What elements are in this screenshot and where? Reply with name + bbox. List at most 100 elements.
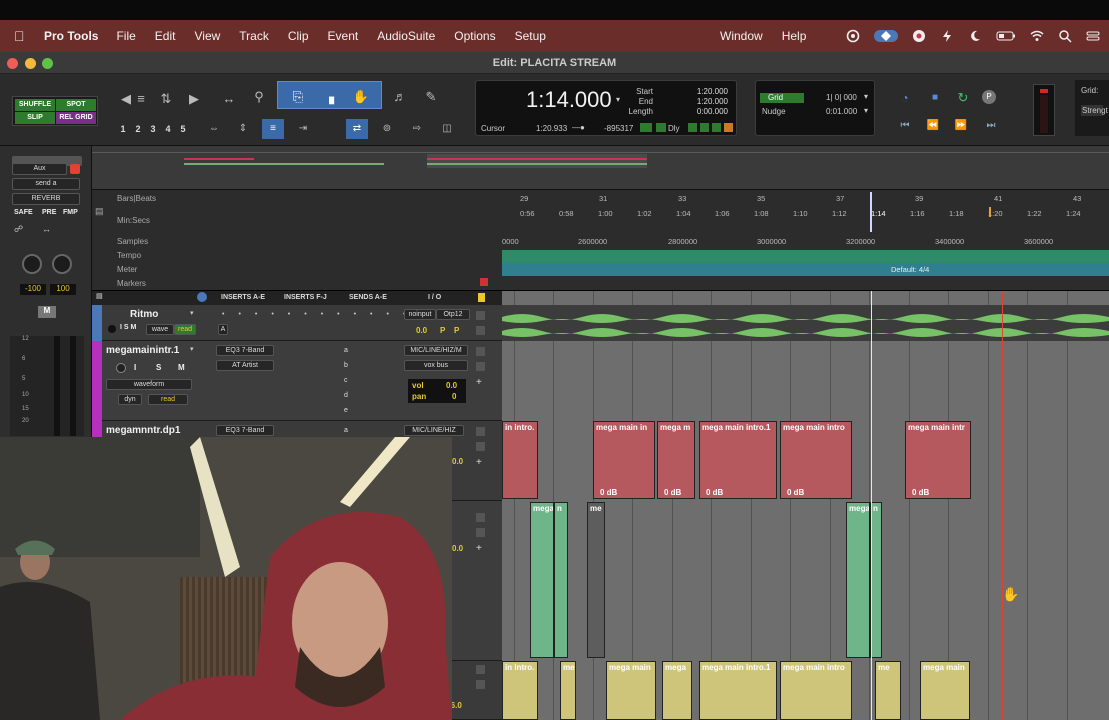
menu-view[interactable]: View bbox=[194, 29, 220, 43]
clip-gain[interactable]: 0 dB bbox=[600, 488, 617, 497]
track-comments-icon[interactable] bbox=[478, 293, 485, 302]
add-marker-icon[interactable] bbox=[480, 278, 488, 286]
grid-mode-button[interactable]: REL GRID bbox=[56, 112, 96, 124]
fast-forward-icon[interactable]: ⏩ bbox=[951, 118, 971, 134]
clip-green-2[interactable]: n bbox=[554, 502, 568, 658]
selector-tool-icon[interactable]: ▗ bbox=[318, 87, 340, 107]
insertion-follows-playback-icon[interactable]: ⇥ bbox=[292, 119, 314, 139]
go-to-end-icon[interactable]: ⏭ bbox=[981, 118, 1001, 134]
pencil-tool-icon[interactable]: ✎ bbox=[420, 87, 442, 107]
selection-start[interactable]: 1:20.000 bbox=[678, 87, 728, 96]
track-ritmo[interactable]: Ritmo ▾ I S M wave read A ••••••••••••••… bbox=[92, 305, 502, 341]
record-slot-label[interactable]: A bbox=[218, 324, 228, 335]
clip-gain[interactable]: 0 dB bbox=[912, 488, 929, 497]
dly-on3-icon[interactable] bbox=[712, 123, 721, 132]
track-input[interactable]: noinput bbox=[404, 309, 436, 320]
tempo-lane[interactable] bbox=[502, 250, 1109, 263]
edit-timeline[interactable]: in intro. mega main in 0 dB mega m 0 dB … bbox=[502, 291, 1109, 720]
link-timeline-icon[interactable]: ⇕ bbox=[232, 119, 254, 139]
insert-a[interactable]: EQ3 7-Band bbox=[216, 345, 274, 356]
track-name-dropdown-icon[interactable]: ▾ bbox=[190, 309, 194, 317]
waveform-zoom-icon[interactable]: ≡ bbox=[130, 89, 152, 109]
track-view-selector[interactable]: wave bbox=[146, 324, 174, 335]
magnifier-tool-icon[interactable]: ⚲ bbox=[248, 87, 270, 107]
safe-button[interactable]: SAFE bbox=[14, 209, 33, 216]
menu-options[interactable]: Options bbox=[454, 29, 495, 43]
track-pan-p2-icon[interactable]: P bbox=[454, 326, 459, 335]
insert-a[interactable]: EQ3 7-Band bbox=[216, 425, 274, 436]
spot-mode-button[interactable]: SPOT bbox=[56, 99, 96, 111]
clip-yellow-7[interactable]: me bbox=[875, 661, 901, 720]
control-center-icon[interactable] bbox=[1086, 29, 1100, 43]
grid-toggle-button[interactable]: Grid bbox=[760, 93, 804, 103]
zoom-preset-5[interactable]: 5 bbox=[177, 124, 189, 137]
track-view-icon[interactable]: ▤ bbox=[96, 292, 103, 300]
keyboard-focus-icon[interactable]: ⇨ bbox=[406, 119, 428, 139]
track-output-window-icon[interactable] bbox=[476, 528, 485, 537]
fmp-button[interactable]: FMP bbox=[63, 209, 78, 216]
shuffle-mode-button[interactable]: SHUFFLE bbox=[15, 99, 55, 111]
mute-button[interactable]: M bbox=[38, 306, 56, 318]
menu-edit[interactable]: Edit bbox=[155, 29, 176, 43]
overview-visible-range[interactable] bbox=[427, 154, 647, 168]
online-icon[interactable]: ◔ bbox=[895, 90, 915, 106]
grid-value[interactable]: 1| 0| 000 bbox=[826, 93, 857, 102]
track-output[interactable]: vox bus bbox=[404, 360, 468, 371]
creative-cloud-icon[interactable] bbox=[846, 29, 860, 43]
mute-button[interactable]: M bbox=[178, 363, 185, 372]
record-enable-icon[interactable] bbox=[70, 164, 80, 174]
clip-gain[interactable]: 0 dB bbox=[787, 488, 804, 497]
track-flags[interactable]: I S M bbox=[120, 324, 136, 331]
dly-toggle-icon[interactable] bbox=[640, 123, 652, 132]
grabber-tool-icon[interactable]: ✋ bbox=[350, 87, 372, 107]
send-e[interactable]: e bbox=[344, 407, 348, 414]
nudge-value[interactable]: 0:01.000 bbox=[826, 107, 857, 116]
send-d[interactable]: d bbox=[344, 392, 348, 399]
solo-button[interactable]: S bbox=[156, 363, 161, 372]
track-type-selector[interactable]: Aux bbox=[12, 163, 67, 175]
zoom-preset-4[interactable]: 4 bbox=[162, 124, 174, 137]
strength-label[interactable]: Strengt bbox=[1081, 105, 1108, 116]
zoom-in-vertical-icon[interactable]: ⇅ bbox=[155, 89, 177, 109]
ritmo-clip[interactable] bbox=[502, 305, 1109, 341]
mirror-midi-icon[interactable]: ⊚ bbox=[376, 119, 398, 139]
selection-end[interactable]: 1:20.000 bbox=[678, 97, 728, 106]
fader-track[interactable] bbox=[54, 336, 60, 436]
scrubber-tool-icon[interactable]: ♬ bbox=[389, 87, 411, 107]
input-monitor-icon[interactable]: I bbox=[134, 363, 136, 372]
send-b[interactable]: b bbox=[344, 362, 348, 369]
clip-yellow-2[interactable]: me bbox=[560, 661, 576, 720]
track-name[interactable]: megamainintr.1 bbox=[106, 345, 179, 356]
stop-button-icon[interactable]: ■ bbox=[925, 90, 945, 106]
track-output[interactable]: Otp12 bbox=[436, 309, 470, 320]
pan-left-knob[interactable] bbox=[22, 254, 42, 274]
clip-yellow-1[interactable]: in intro. bbox=[502, 661, 538, 720]
track-volume[interactable]: 0.0 bbox=[416, 326, 427, 335]
meter-lane[interactable]: Default: 4/4 bbox=[502, 263, 1109, 276]
send-selector[interactable]: send a bbox=[12, 178, 80, 190]
selection-length[interactable]: 0:00.000 bbox=[678, 107, 728, 116]
add-lane-icon[interactable]: + bbox=[476, 457, 482, 468]
midi-merge-icon[interactable] bbox=[724, 123, 733, 132]
track-comment-icon[interactable] bbox=[476, 513, 485, 522]
playhead-line[interactable] bbox=[871, 291, 872, 720]
clip-red-2[interactable]: mega main in 0 dB bbox=[593, 421, 655, 499]
clip-red-1[interactable]: in intro. bbox=[502, 421, 538, 499]
automation-mode[interactable]: read bbox=[174, 324, 196, 335]
pan-left-value[interactable]: -100 bbox=[20, 284, 46, 295]
track-input[interactable]: MIC/LINE/HIZ/M bbox=[404, 345, 468, 356]
grid-dropdown-icon[interactable]: ▾ bbox=[864, 92, 868, 101]
bolt-icon[interactable] bbox=[940, 29, 954, 43]
diamond-icon[interactable] bbox=[874, 29, 898, 43]
track-volume[interactable]: 0.0 bbox=[452, 544, 463, 553]
track-view-selector[interactable]: waveform bbox=[106, 379, 192, 390]
insert-selector[interactable]: REVERB bbox=[12, 193, 80, 205]
clip-green-3[interactable]: me bbox=[587, 502, 605, 658]
track-comment-icon[interactable] bbox=[476, 665, 485, 674]
track-color-icon[interactable] bbox=[197, 292, 207, 302]
return-to-zero-icon[interactable]: ⏮ bbox=[895, 118, 915, 134]
moon-icon[interactable] bbox=[968, 29, 982, 43]
zoom-preset-2[interactable]: 2 bbox=[132, 124, 144, 137]
record-arm-icon[interactable] bbox=[108, 325, 116, 333]
apple-menu-icon[interactable]:  bbox=[14, 28, 30, 44]
